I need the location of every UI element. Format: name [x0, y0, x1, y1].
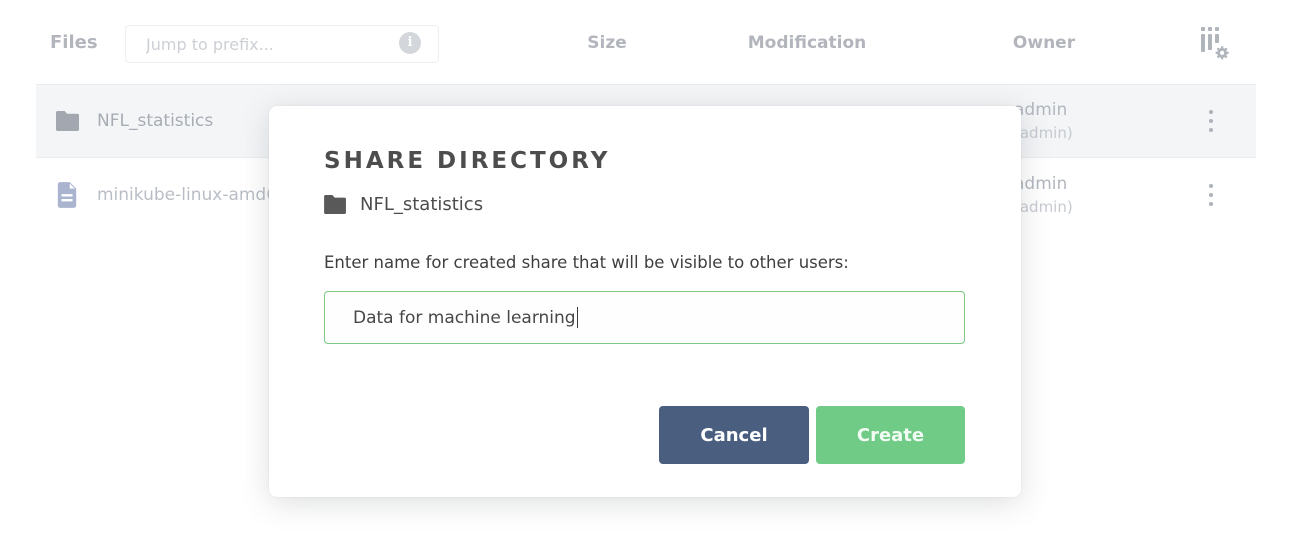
file-name[interactable]: minikube-linux-amd6: [97, 185, 277, 205]
file-browser-screen: Files i Size Modification Owner NFL_stat…: [0, 0, 1290, 551]
share-name-value: Data for machine learning: [353, 307, 576, 328]
info-icon[interactable]: i: [399, 32, 421, 54]
owner-group: (admin): [1014, 197, 1073, 216]
share-name-instruction: Enter name for created share that will b…: [324, 253, 849, 272]
share-target-name: NFL_statistics: [360, 194, 484, 215]
file-name[interactable]: NFL_statistics: [97, 111, 213, 131]
column-settings-icon[interactable]: [1198, 26, 1230, 60]
file-icon: [57, 182, 77, 208]
share-name-input[interactable]: Data for machine learning: [324, 291, 965, 344]
modification-column-header: Modification: [747, 33, 867, 53]
create-button[interactable]: Create: [816, 406, 965, 464]
share-target: NFL_statistics: [324, 194, 483, 215]
text-caret: [576, 307, 579, 328]
cancel-button[interactable]: Cancel: [659, 406, 809, 464]
owner-name: admin: [1014, 173, 1068, 194]
folder-icon: [56, 111, 79, 131]
folder-icon: [324, 195, 346, 214]
modal-title: SHARE DIRECTORY: [324, 148, 611, 174]
size-column-header: Size: [587, 33, 627, 53]
owner-cell: admin (admin): [1014, 98, 1073, 144]
owner-group: (admin): [1014, 123, 1073, 142]
share-directory-modal: SHARE DIRECTORY NFL_statistics Enter nam…: [269, 106, 1021, 497]
owner-name: admin: [1014, 99, 1068, 120]
files-column-header: Files: [50, 32, 98, 53]
owner-cell: admin (admin): [1014, 172, 1073, 218]
jump-to-prefix-input[interactable]: [125, 25, 439, 63]
row-actions-menu-icon[interactable]: [1200, 106, 1222, 136]
row-actions-menu-icon[interactable]: [1200, 180, 1222, 210]
owner-column-header: Owner: [1012, 33, 1076, 53]
